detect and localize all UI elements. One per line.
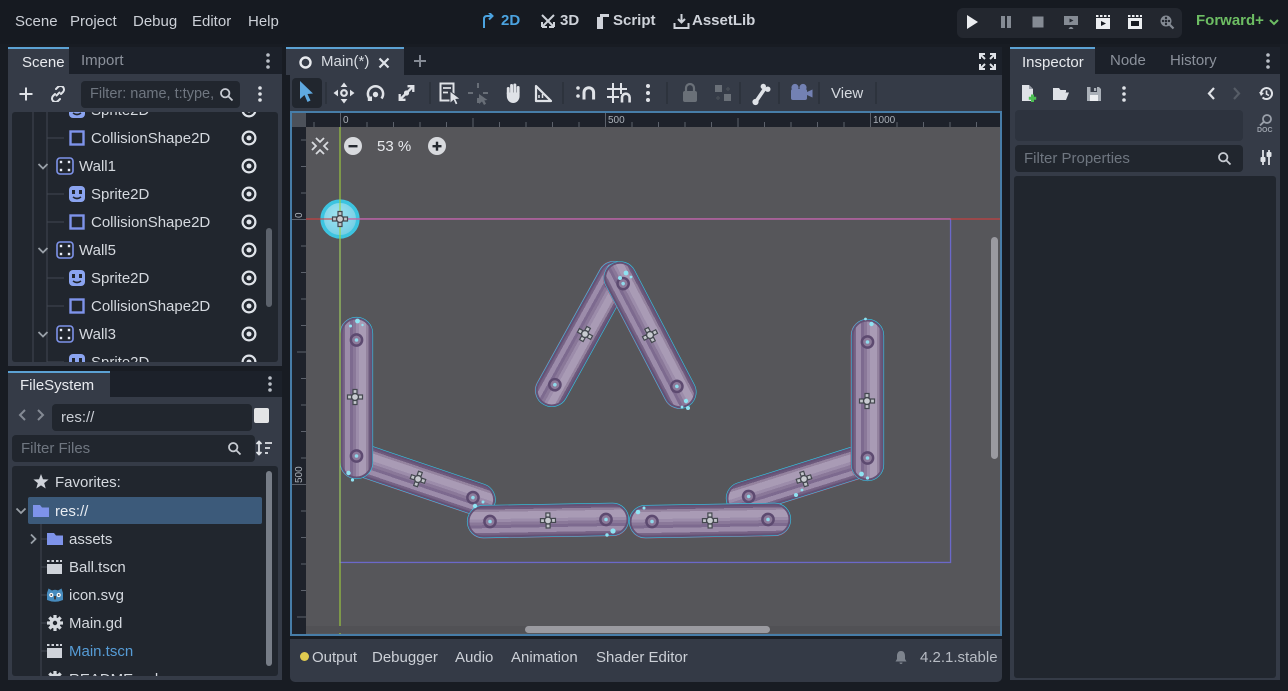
- svg-text:Sprite2D: Sprite2D: [91, 354, 150, 362]
- svg-text:DOC: DOC: [1257, 127, 1273, 134]
- svg-text:0: 0: [294, 212, 305, 218]
- svg-text:Sprite2D: Sprite2D: [91, 270, 150, 287]
- svg-text:icon.svg: icon.svg: [69, 587, 124, 604]
- svg-text:500: 500: [608, 115, 625, 126]
- svg-text:Sprite2D: Sprite2D: [91, 186, 150, 203]
- svg-text:Wall1: Wall1: [79, 158, 116, 175]
- svg-text:CollisionShape2D: CollisionShape2D: [91, 214, 210, 231]
- svg-text:Ball.tscn: Ball.tscn: [69, 559, 126, 576]
- svg-text:CollisionShape2D: CollisionShape2D: [91, 298, 210, 315]
- svg-text:README.md: README.md: [69, 671, 158, 676]
- svg-text:0: 0: [343, 115, 349, 126]
- svg-text:Wall5: Wall5: [79, 242, 116, 259]
- svg-text:1000: 1000: [873, 115, 896, 126]
- svg-text:500: 500: [294, 466, 305, 483]
- svg-text:53 %: 53 %: [377, 138, 411, 155]
- svg-text:Sprite2D: Sprite2D: [91, 112, 150, 119]
- svg-text:assets: assets: [69, 531, 112, 548]
- svg-text:Wall3: Wall3: [79, 326, 116, 343]
- svg-text:View: View: [831, 85, 863, 102]
- svg-text:res://: res://: [55, 503, 89, 520]
- svg-text:CollisionShape2D: CollisionShape2D: [91, 130, 210, 147]
- svg-text:Main.gd: Main.gd: [69, 615, 122, 632]
- svg-text:Favorites:: Favorites:: [55, 474, 121, 491]
- svg-text:Main.tscn: Main.tscn: [69, 643, 133, 660]
